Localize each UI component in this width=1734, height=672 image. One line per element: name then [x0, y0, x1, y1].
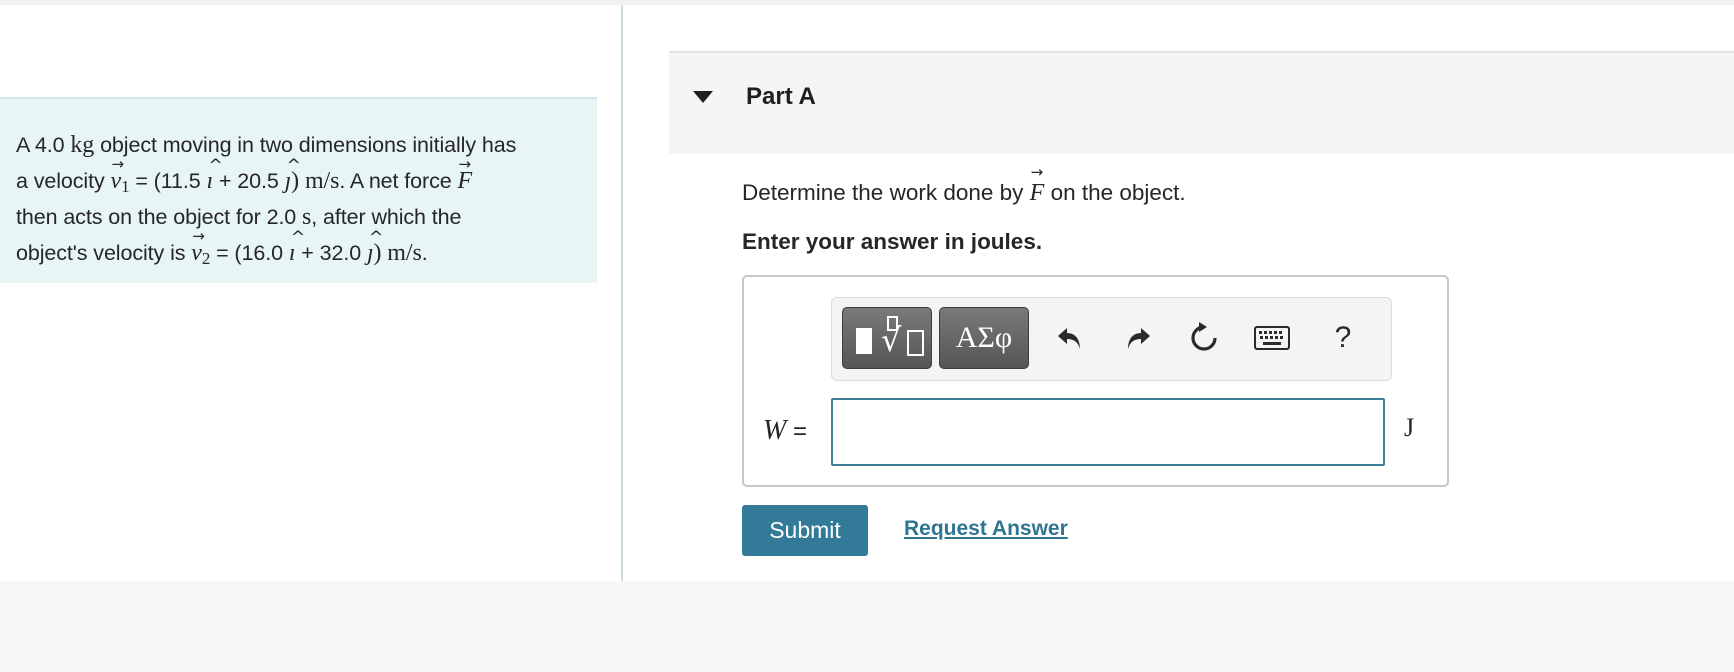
force-vector-symbol: F	[1030, 163, 1045, 207]
problem-line: a velocity v1 = (11.5 ı + 20.5 ȷ) m/s. A…	[16, 146, 583, 199]
greek-letters-button[interactable]: ΑΣφ	[939, 307, 1029, 369]
vector-symbol: v	[111, 146, 124, 199]
submit-button[interactable]: Submit	[742, 505, 868, 556]
redo-icon[interactable]	[1116, 312, 1160, 364]
unit-vector-symbol: ȷ	[367, 220, 382, 271]
problem-text: + 32.0	[295, 241, 367, 265]
answer-unit: J	[1404, 413, 1415, 442]
vector-symbol: v	[191, 218, 204, 271]
problem-text: a velocity	[16, 169, 111, 193]
problem-text: .	[421, 241, 428, 265]
answer-variable: W	[763, 415, 787, 446]
problem-text: = (16.0	[210, 241, 289, 265]
problem-text: object's velocity is	[16, 241, 192, 265]
problem-text: , after which the	[311, 205, 462, 229]
problem-text: . A net force	[339, 169, 458, 193]
problem-text: = (11.5	[129, 169, 207, 193]
keyboard-icon[interactable]	[1250, 312, 1294, 364]
templates-button[interactable]: √	[842, 307, 932, 369]
undo-icon[interactable]	[1048, 312, 1092, 364]
question-text-end: on the object.	[1044, 180, 1186, 205]
answer-equals: =	[786, 418, 808, 445]
request-answer-link[interactable]: Request Answer	[904, 517, 1068, 541]
answer-input[interactable]	[831, 398, 1385, 466]
answer-instruction: Enter your answer in joules.	[742, 229, 1043, 254]
unit-vector-symbol: ı	[289, 220, 304, 271]
collapse-triangle-icon[interactable]	[693, 91, 713, 103]
vector-symbol: F	[457, 146, 472, 199]
reset-icon[interactable]	[1182, 312, 1226, 364]
question-text: Determine the work done by F on the obje…	[742, 163, 1186, 207]
math-unit: kg	[70, 132, 95, 158]
question-text-start: Determine the work done by	[742, 180, 1030, 205]
problem-statement: A 4.0 kg object moving in two dimensions…	[0, 97, 597, 283]
problem-text: + 20.5	[213, 169, 285, 193]
pane-divider[interactable]	[621, 5, 623, 581]
problem-text: then acts on the object for 2.0	[16, 205, 303, 229]
part-a-header[interactable]: Part A	[669, 51, 1734, 154]
unit-vector-symbol: ȷ	[285, 148, 300, 199]
math-toolbar: √ ΑΣφ ?	[831, 297, 1392, 381]
problem-text: object moving in two dimensions initiall…	[94, 133, 517, 157]
answer-box: √ ΑΣφ ? W = J	[742, 275, 1449, 487]
problem-text: A 4.0	[16, 133, 71, 157]
help-icon[interactable]: ?	[1321, 312, 1365, 364]
part-title: Part A	[746, 83, 816, 110]
unit-vector-symbol: ı	[206, 148, 221, 199]
answer-variable-label: W =	[763, 415, 807, 447]
problem-line: object's velocity is v2 = (16.0 ı + 32.0…	[16, 218, 583, 271]
